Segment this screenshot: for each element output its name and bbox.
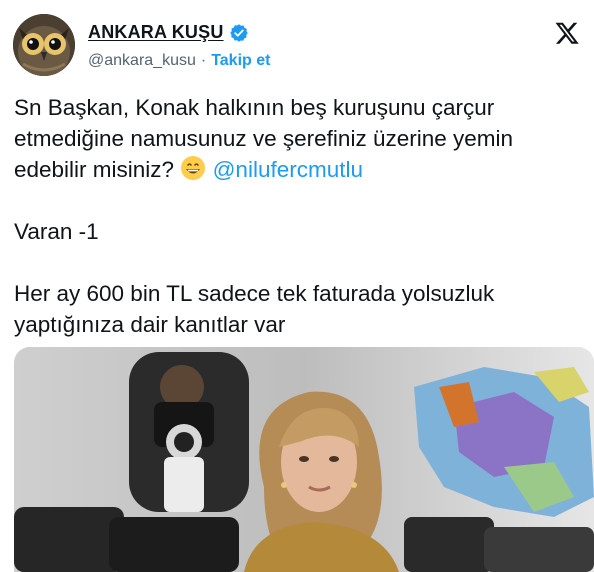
tweet-paragraph-2: Varan -1 (14, 219, 99, 244)
verified-badge-icon (229, 23, 249, 43)
author-display-name[interactable]: ANKARA KUŞU (88, 22, 224, 43)
tweet-photo[interactable] (14, 347, 594, 572)
grinning-face-emoji-icon (180, 155, 206, 181)
author-handle-row: @ankara_kusu · Takip et (88, 52, 270, 70)
separator-dot: · (200, 52, 207, 69)
tweet-header: ANKARA KUŞU @ankara_kusu · Takip et (0, 0, 594, 90)
tweet-paragraph-3: Her ay 600 bin TL sadece tek faturada yo… (14, 281, 495, 337)
avatar[interactable] (13, 14, 75, 76)
tweet-body: Sn Başkan, Konak halkının beş kuruşunu ç… (14, 92, 589, 340)
follow-button[interactable]: Takip et (211, 52, 270, 70)
mention-link[interactable]: @nilufercmutlu (213, 157, 363, 182)
tweet-paragraph-1: Sn Başkan, Konak halkının beş kuruşunu ç… (14, 92, 589, 185)
author-name-row[interactable]: ANKARA KUŞU (88, 22, 249, 43)
x-logo-icon[interactable] (554, 20, 580, 46)
author-handle[interactable]: @ankara_kusu (88, 52, 196, 70)
